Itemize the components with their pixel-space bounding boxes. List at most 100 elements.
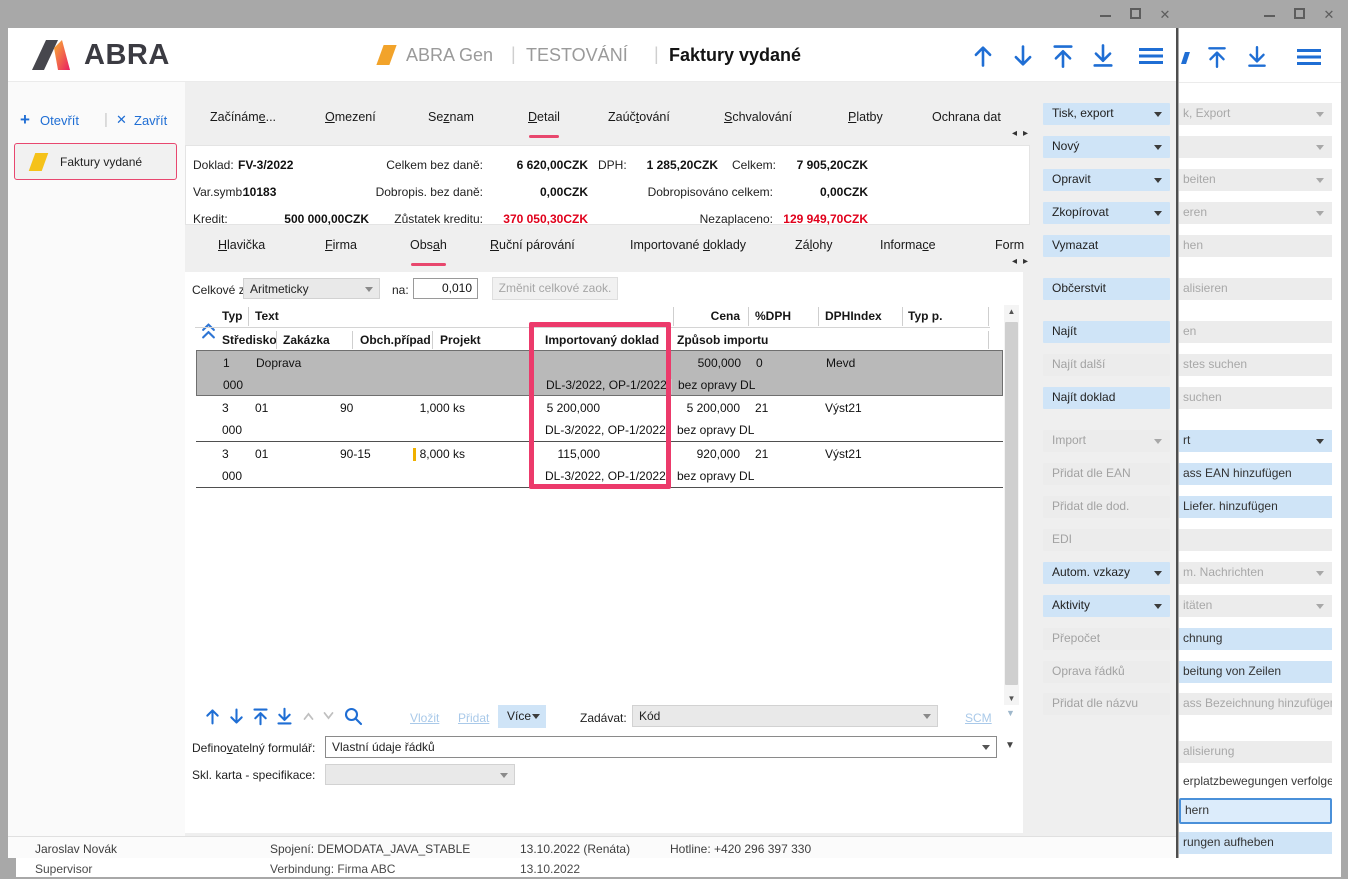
backwin-move-top-button[interactable] (1205, 45, 1229, 69)
backwin-button[interactable]: beitung von Zeilen (1179, 661, 1332, 683)
backwin-button[interactable]: chnung (1179, 628, 1332, 650)
backwin-button[interactable]: hen (1179, 235, 1332, 257)
change-rounding-button[interactable]: Změnit celkové zaok. (492, 277, 618, 300)
main-tab[interactable]: Ochrana dat (932, 110, 1001, 134)
backwin-button[interactable]: en (1179, 321, 1332, 343)
sidebar-button[interactable]: Aktivity (1043, 595, 1170, 617)
rounding-mode-select[interactable]: Aritmeticky (243, 278, 380, 299)
backwin-button[interactable]: alisierung (1179, 741, 1332, 763)
backwin-button[interactable]: rt (1179, 430, 1332, 452)
sidebar-button[interactable]: Opravit (1043, 169, 1170, 191)
tab-scroll-right-icon[interactable]: ▸ (1023, 256, 1028, 267)
col-zpusob-importu[interactable]: Způsob importu (677, 333, 768, 347)
col-obchpripad[interactable]: Obch.případ (360, 333, 431, 347)
backwin-minimize-button[interactable] (1258, 6, 1280, 24)
scrollbar-thumb[interactable] (1005, 322, 1018, 685)
sub-tab[interactable]: Informace (880, 238, 936, 262)
backwin-button[interactable]: alisieren (1179, 278, 1332, 300)
backwin-button[interactable]: m. Nachrichten (1179, 562, 1332, 584)
backwin-close-button[interactable]: ✕ (1318, 6, 1340, 24)
window-close-button[interactable]: ✕ (1154, 6, 1176, 24)
more-button[interactable]: Více (498, 705, 546, 728)
sub-tab[interactable]: Firma (325, 238, 357, 262)
backwin-button[interactable]: erplatzbewegungen verfolgen (1179, 771, 1332, 793)
record-bottom-button[interactable] (1090, 43, 1116, 69)
sidebar-button[interactable]: Zkopírovat (1043, 202, 1170, 224)
main-tab[interactable]: Omezení (325, 110, 376, 134)
close-button[interactable]: Zavřít (134, 113, 167, 128)
stock-card-spec-select[interactable] (325, 764, 515, 785)
sidebar-button[interactable]: Přidat dle EAN (1043, 463, 1170, 485)
tab-scroll-right-icon[interactable]: ▸ (1023, 128, 1028, 139)
main-tab[interactable]: Začínáme... (210, 110, 276, 134)
backwin-button[interactable]: eren (1179, 202, 1332, 224)
main-tab[interactable]: Platby (848, 110, 883, 134)
sub-tab[interactable]: Zálohy (795, 238, 833, 262)
record-first-button[interactable] (970, 43, 996, 69)
window-maximize-button[interactable] (1124, 6, 1146, 24)
sidebar-button[interactable]: EDI (1043, 529, 1170, 551)
sidebar-button[interactable]: Nový (1043, 136, 1170, 158)
col-stredisko[interactable]: Středisko (222, 333, 277, 347)
definable-form-select[interactable]: Vlastní údaje řádků (325, 736, 997, 758)
backwin-button[interactable]: itäten (1179, 595, 1332, 617)
workspace-item-faktury-vydane[interactable]: Faktury vydané (14, 143, 177, 180)
backwin-button[interactable]: k, Export (1179, 103, 1332, 125)
row-top-button[interactable] (251, 707, 270, 726)
insert-link[interactable]: Vložit (410, 711, 439, 725)
main-tab[interactable]: Zaúčtování (608, 110, 670, 134)
col-typp[interactable]: Typ p. (908, 309, 942, 323)
row-down-button[interactable] (227, 707, 246, 726)
backwin-button[interactable] (1179, 136, 1332, 158)
col-text[interactable]: Text (255, 309, 279, 323)
sidebar-button[interactable]: Autom. vzkazy (1043, 562, 1170, 584)
sub-tab[interactable]: Importované doklady (630, 238, 746, 262)
col-projekt[interactable]: Projekt (440, 333, 481, 347)
sub-tab[interactable]: Form (995, 238, 1024, 262)
sub-tab[interactable]: Ruční párování (490, 238, 575, 262)
rounding-value-input[interactable]: 0,010 (413, 278, 478, 299)
scrollbar-down-icon[interactable]: ▼ (1004, 692, 1019, 705)
backwin-button[interactable]: ass Bezeichnung hinzufügen (1179, 693, 1332, 715)
table-scrollbar[interactable]: ▲ ▼ (1004, 305, 1019, 705)
backwin-button[interactable]: beiten (1179, 169, 1332, 191)
sidebar-button[interactable]: Najít (1043, 321, 1170, 343)
row-up-button[interactable] (203, 707, 222, 726)
add-link[interactable]: Přidat (458, 711, 489, 725)
scm-link[interactable]: SCM (965, 711, 992, 725)
backwin-button[interactable]: rungen aufheben (1179, 832, 1332, 854)
backwin-button[interactable]: Liefer. hinzufügen (1179, 496, 1332, 518)
sub-tab[interactable]: Obsah (410, 238, 447, 262)
form-extra-dropdown[interactable]: ▼ (1005, 740, 1015, 751)
main-tab[interactable]: Seznam (428, 110, 474, 134)
entry-mode-select[interactable]: Kód (632, 705, 938, 727)
backwin-button[interactable] (1179, 529, 1332, 551)
backwin-maximize-button[interactable] (1288, 6, 1310, 24)
tab-scroll-left-icon[interactable]: ◂ (1012, 128, 1017, 139)
tab-scroll-left-icon[interactable]: ◂ (1012, 256, 1017, 267)
backwin-button[interactable]: stes suchen (1179, 354, 1332, 376)
sidebar-button[interactable]: Přepočet (1043, 628, 1170, 650)
scrollbar-up-icon[interactable]: ▲ (1004, 305, 1019, 318)
collapse-rows-icon[interactable] (201, 321, 216, 341)
backwin-button[interactable]: ass EAN hinzufügen (1179, 463, 1332, 485)
window-minimize-button[interactable] (1094, 6, 1116, 24)
search-button[interactable] (343, 706, 363, 726)
sidebar-button[interactable]: Přidat dle dod. (1043, 496, 1170, 518)
sidebar-button[interactable]: Přidat dle názvu (1043, 693, 1170, 715)
backwin-button[interactable]: suchen (1179, 387, 1332, 409)
sidebar-button[interactable]: Najít doklad (1043, 387, 1170, 409)
main-tab[interactable]: Schvalování (724, 110, 792, 134)
open-button[interactable]: Otevřít (40, 113, 79, 128)
col-cena[interactable]: Cena (640, 309, 740, 323)
sidebar-button[interactable]: Import (1043, 430, 1170, 452)
record-top-button[interactable] (1050, 43, 1076, 69)
col-dph[interactable]: %DPH (755, 309, 791, 323)
col-zakazka[interactable]: Zakázka (283, 333, 330, 347)
sidebar-button[interactable]: Vymazat (1043, 235, 1170, 257)
sidebar-button[interactable]: Tisk, export (1043, 103, 1170, 125)
row-bottom-button[interactable] (275, 707, 294, 726)
main-menu-button[interactable] (1136, 46, 1166, 66)
sub-tab[interactable]: Hlavička (218, 238, 265, 262)
sidebar-button[interactable]: Oprava řádků (1043, 661, 1170, 683)
